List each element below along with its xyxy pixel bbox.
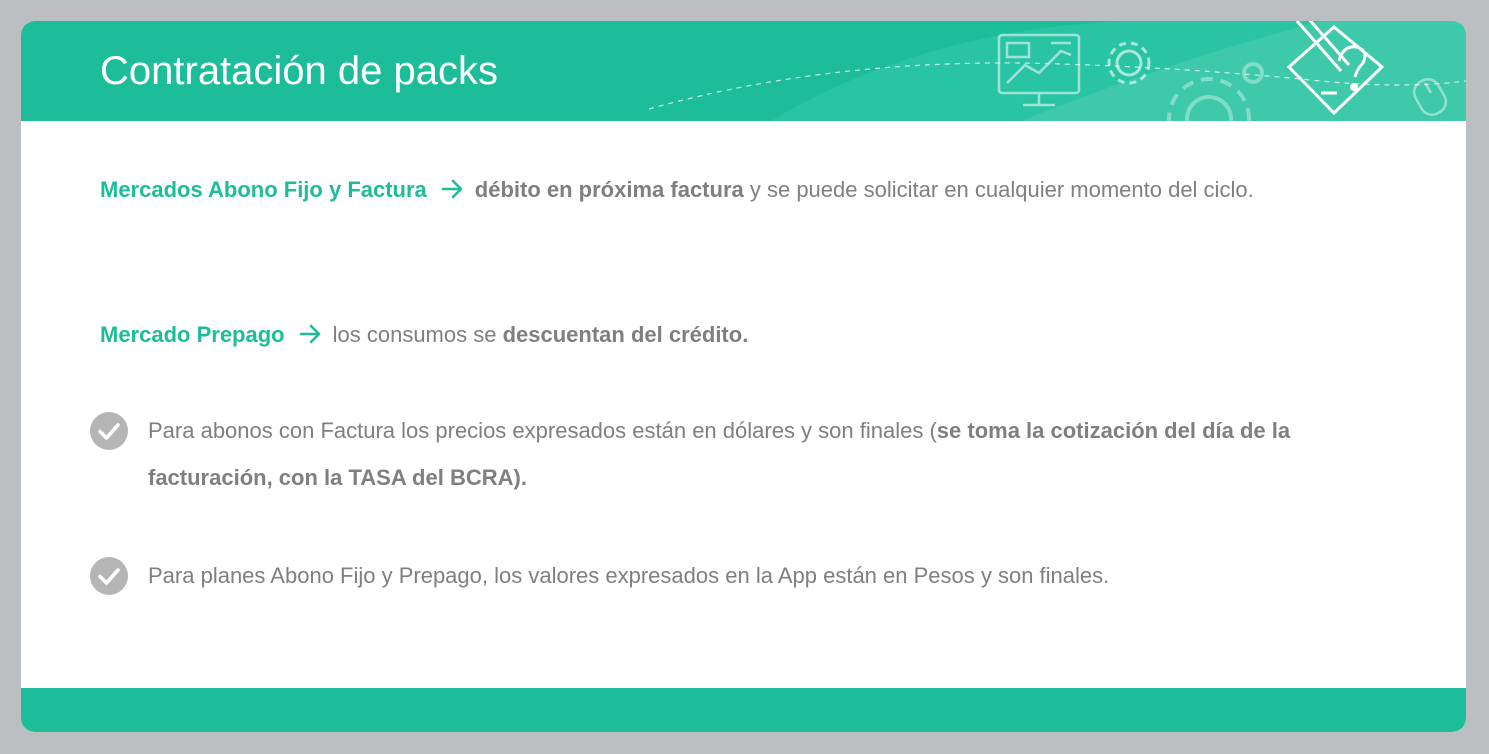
highlight-text: descuentan del crédito.: [502, 322, 749, 347]
arrow-right-icon: [299, 324, 320, 344]
check-circle-icon: [90, 557, 128, 595]
slide: Contratación de packs Mercados Abono Fij…: [21, 21, 1466, 732]
body-text: y se puede solicitar en cualquier moment…: [743, 177, 1254, 202]
market-label: Mercado Prepago: [100, 322, 285, 347]
paragraph-prepago: Mercado Prepago los consumos se descuenta…: [100, 311, 1300, 359]
paragraph-abono-fijo-factura: Mercados Abono Fijo y Factura débito en p…: [100, 166, 1300, 214]
content-area: Mercados Abono Fijo y Factura débito en p…: [21, 121, 1466, 688]
bullet-text: Para planes Abono Fijo y Prepago, los va…: [148, 552, 1298, 599]
market-label: Mercados Abono Fijo y Factura: [100, 177, 427, 202]
bullet-body-text: Para abonos con Factura los precios expr…: [148, 418, 937, 443]
body-text: los consumos se: [332, 322, 503, 347]
highlight-text: débito en próxima factura: [474, 177, 744, 202]
arrow-right-icon: [441, 179, 463, 199]
check-circle-icon: [90, 412, 128, 450]
footer-bar: [21, 688, 1466, 732]
header-banner: Contratación de packs: [21, 21, 1466, 121]
page-title: Contratación de packs: [100, 49, 499, 93]
bullet-body-text: Para planes Abono Fijo y Prepago, los va…: [148, 563, 1110, 588]
bullet-text: Para abonos con Factura los precios expr…: [148, 407, 1298, 501]
